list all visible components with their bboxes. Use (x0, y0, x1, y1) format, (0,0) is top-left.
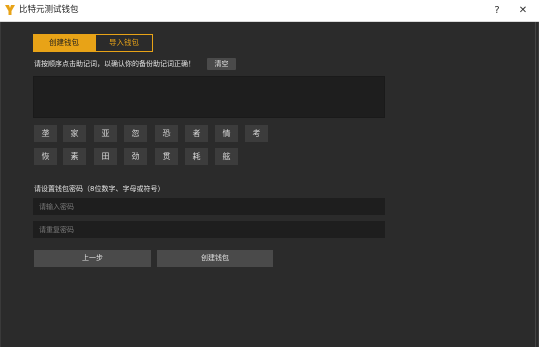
create-wallet-button[interactable]: 创建钱包 (157, 250, 273, 267)
mnemonic-word[interactable]: 考 (245, 125, 268, 142)
mnemonic-word[interactable]: 恢 (34, 148, 57, 165)
mnemonic-word[interactable]: 贯 (155, 148, 178, 165)
mnemonic-word[interactable]: 者 (185, 125, 208, 142)
mnemonic-word[interactable]: 情 (215, 125, 238, 142)
password-label: 请设置钱包密码（8位数字、字母或符号） (34, 185, 165, 193)
password-input[interactable] (33, 198, 385, 215)
window-title: 比特元测试钱包 (19, 5, 79, 15)
window-border (535, 22, 536, 347)
close-icon[interactable]: ✕ (510, 0, 536, 22)
mnemonic-selection-area[interactable] (33, 76, 385, 118)
mnemonic-word[interactable]: 恐 (155, 125, 178, 142)
mnemonic-word[interactable]: 亚 (94, 125, 117, 142)
clear-button[interactable]: 清空 (207, 58, 236, 70)
help-button[interactable]: ? (484, 0, 510, 22)
mnemonic-word[interactable]: 垄 (34, 125, 57, 142)
app-logo-icon (5, 5, 15, 15)
mnemonic-instruction: 请按顺序点击助记词，以确认你的备份助记词正确！ (34, 60, 195, 68)
mnemonic-word[interactable]: 忽 (124, 125, 147, 142)
mnemonic-word[interactable]: 田 (94, 148, 117, 165)
tab-import-wallet[interactable]: 导入钱包 (95, 34, 153, 52)
mnemonic-word[interactable]: 耗 (185, 148, 208, 165)
title-bar: 比特元测试钱包 ? ✕ (0, 0, 539, 22)
mnemonic-word[interactable]: 家 (63, 125, 86, 142)
confirm-password-input[interactable] (33, 221, 385, 238)
mnemonic-word[interactable]: 舷 (215, 148, 238, 165)
mnemonic-word[interactable]: 劲 (124, 148, 147, 165)
mnemonic-word[interactable]: 素 (63, 148, 86, 165)
previous-step-button[interactable]: 上一步 (34, 250, 151, 267)
tab-create-wallet[interactable]: 创建钱包 (33, 34, 95, 52)
